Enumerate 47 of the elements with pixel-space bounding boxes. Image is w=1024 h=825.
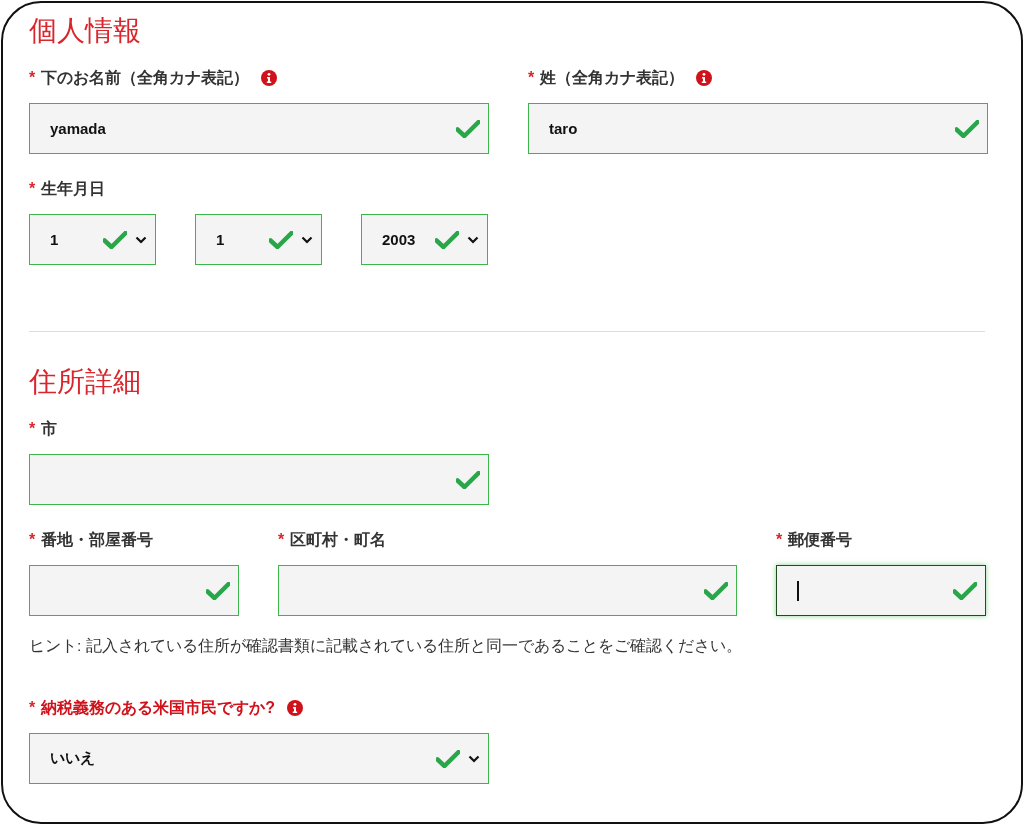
field-label: 姓（全角カナ表記） bbox=[540, 67, 685, 88]
checkmark-icon bbox=[436, 749, 460, 768]
checkmark-icon bbox=[955, 119, 979, 138]
info-icon[interactable] bbox=[696, 70, 713, 86]
field-label: 区町村・町名 bbox=[290, 529, 387, 550]
checkmark-icon bbox=[456, 470, 480, 489]
select-field[interactable]: いいえ bbox=[29, 733, 489, 784]
required-asterisk: * bbox=[29, 531, 36, 549]
checkmark-icon bbox=[456, 119, 480, 138]
required-asterisk: * bbox=[278, 531, 285, 549]
field-label: 郵便番号 bbox=[788, 529, 853, 550]
chevron-down-icon bbox=[468, 754, 480, 763]
section-title: 住所詳細 bbox=[29, 365, 142, 399]
checkmark-icon bbox=[435, 230, 459, 249]
chevron-down-icon bbox=[467, 235, 479, 244]
field-label: 生年月日 bbox=[41, 178, 106, 199]
field-label: 下のお名前（全角カナ表記） bbox=[41, 67, 250, 88]
required-asterisk: * bbox=[29, 420, 36, 438]
text-field[interactable] bbox=[278, 565, 737, 616]
chevron-down-icon bbox=[301, 235, 313, 244]
hint-text: ヒント: 記入されている住所が確認書類に記載されている住所と同一であることをご確認ください。 bbox=[29, 636, 743, 656]
required-asterisk: * bbox=[29, 699, 36, 717]
required-asterisk: * bbox=[528, 69, 535, 87]
info-icon[interactable] bbox=[261, 70, 278, 86]
required-asterisk: * bbox=[29, 180, 36, 198]
text-field[interactable]: yamada bbox=[29, 103, 489, 154]
text-field[interactable]: taro bbox=[528, 103, 988, 154]
required-asterisk: * bbox=[776, 531, 783, 549]
checkmark-icon bbox=[103, 230, 127, 249]
select-field[interactable]: 1 bbox=[195, 214, 322, 265]
select-field[interactable]: 1 bbox=[29, 214, 156, 265]
checkmark-icon bbox=[206, 581, 230, 600]
required-asterisk: * bbox=[29, 69, 36, 87]
field-label: 市 bbox=[41, 418, 58, 439]
text-field[interactable] bbox=[29, 565, 239, 616]
checkmark-icon bbox=[269, 230, 293, 249]
text-field[interactable] bbox=[776, 565, 986, 616]
chevron-down-icon bbox=[135, 235, 147, 244]
checkmark-icon bbox=[704, 581, 728, 600]
field-label: 番地・部屋番号 bbox=[41, 529, 154, 550]
text-cursor bbox=[797, 580, 799, 601]
field-label: 納税義務のある米国市民ですか? bbox=[41, 697, 275, 718]
info-icon[interactable] bbox=[287, 700, 303, 716]
select-field[interactable]: 2003 bbox=[361, 214, 488, 265]
checkmark-icon bbox=[953, 581, 977, 600]
section-title: 個人情報 bbox=[29, 14, 142, 48]
text-field[interactable] bbox=[29, 454, 489, 505]
